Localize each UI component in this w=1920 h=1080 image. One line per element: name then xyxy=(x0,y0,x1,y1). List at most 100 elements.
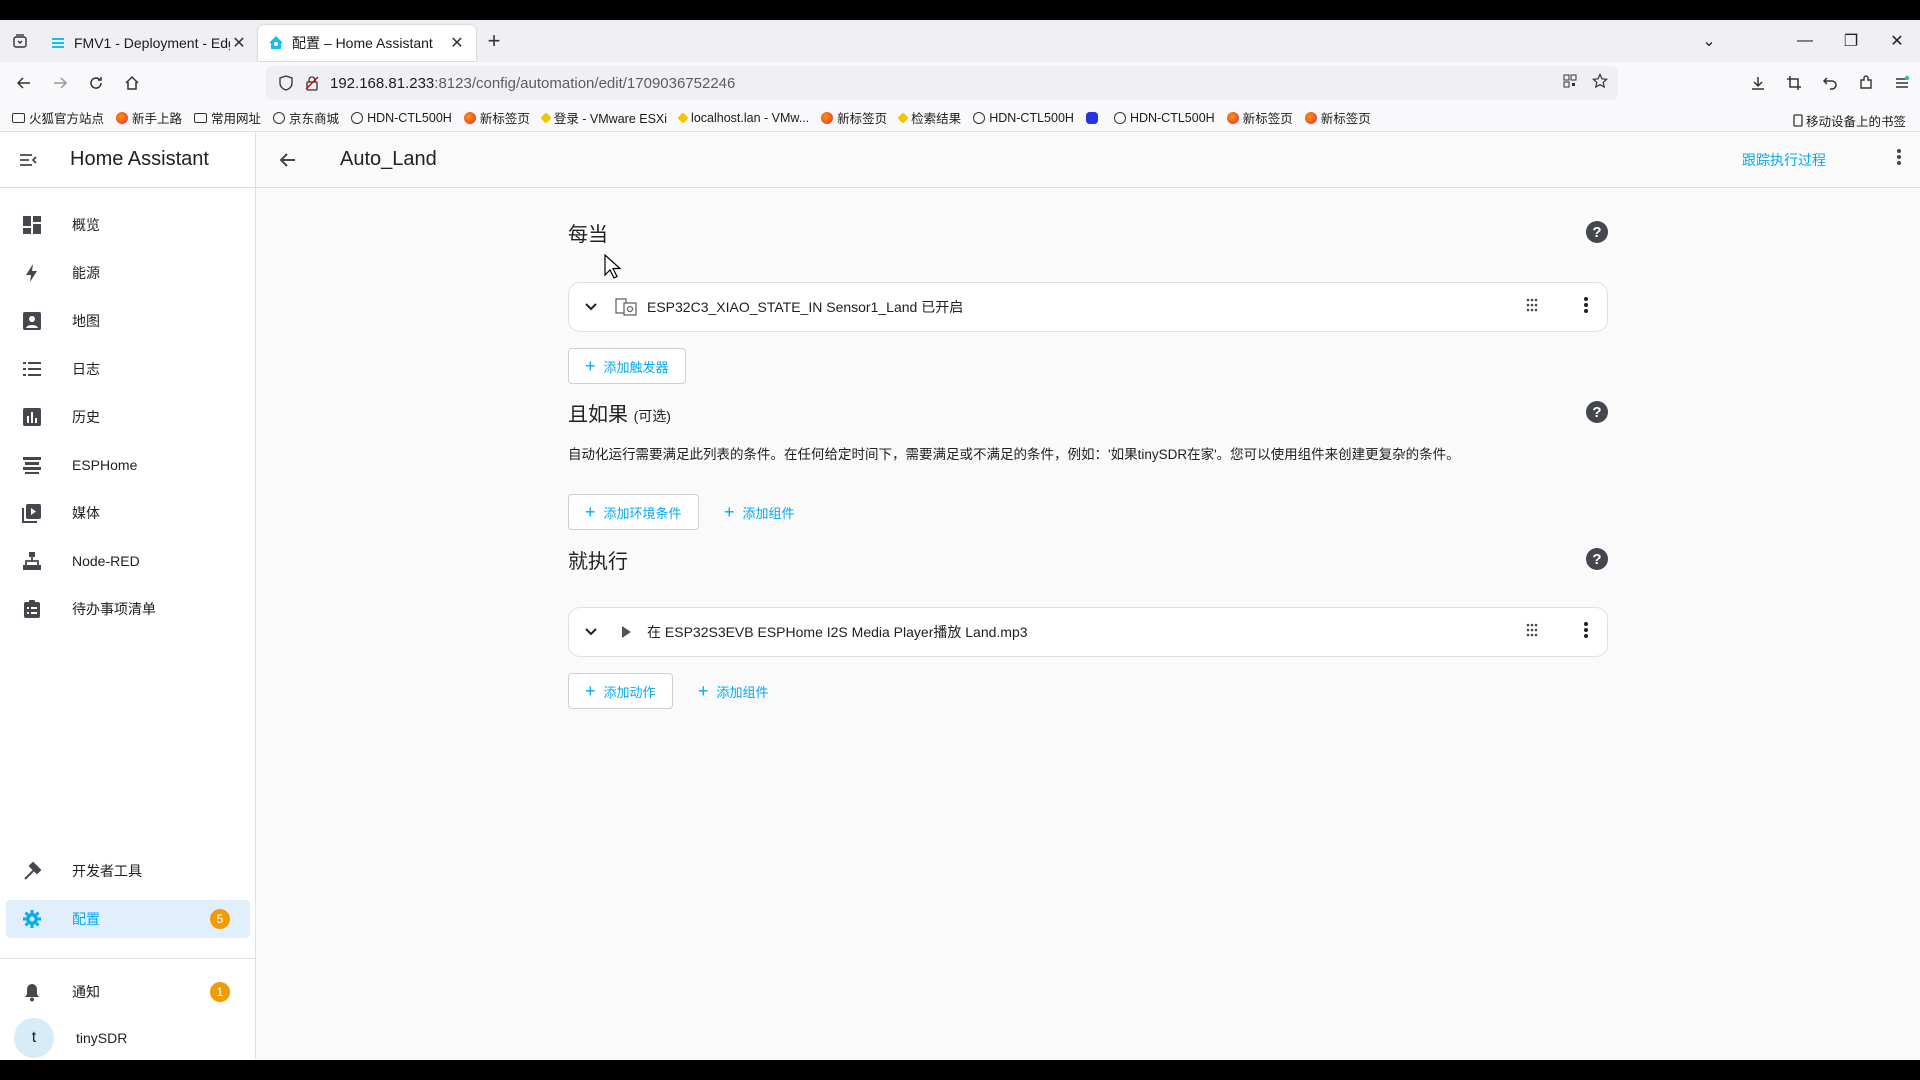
add-condition-button[interactable]: + 添加环境条件 xyxy=(568,494,699,530)
bookmark-label: 火狐官方站点 xyxy=(29,112,105,126)
downloads-icon[interactable] xyxy=(1740,75,1776,91)
back-button[interactable] xyxy=(260,151,316,169)
bookmark-item[interactable]: 京东商城 xyxy=(273,108,339,127)
home-assistant-favicon-icon xyxy=(268,35,284,51)
restore-icon[interactable]: ❐ xyxy=(1828,31,1874,51)
sidebar-item-user[interactable]: t tinySDR xyxy=(6,1016,250,1060)
chevron-down-icon[interactable] xyxy=(571,302,611,312)
app-menu-icon[interactable] xyxy=(1884,75,1920,91)
add-action-button[interactable]: + 添加动作 xyxy=(568,673,673,709)
minimize-icon[interactable]: — xyxy=(1782,32,1828,50)
dots-vertical-icon[interactable] xyxy=(1583,621,1589,644)
help-icon[interactable]: ? xyxy=(1586,221,1608,243)
trigger-card[interactable]: ESP32C3_XIAO_STATE_IN Sensor1_Land 已开启 xyxy=(568,282,1608,332)
portainer-favicon-icon xyxy=(50,35,66,51)
action-card[interactable]: 在 ESP32S3EVB ESPHome I2S Media Player播放 … xyxy=(568,607,1608,657)
sidebar-item-logbook[interactable]: 日志 xyxy=(6,350,250,388)
hammer-icon xyxy=(10,861,54,881)
help-icon[interactable]: ? xyxy=(1586,548,1608,570)
back-button[interactable] xyxy=(6,67,42,99)
search-result-icon xyxy=(897,111,909,124)
folder-icon xyxy=(194,112,208,123)
bookmark-label: localhost.lan - VMw... xyxy=(691,110,810,125)
sidebar-item-media[interactable]: 媒体 xyxy=(6,494,250,532)
bookmark-item[interactable]: 常用网址 xyxy=(194,108,261,127)
bookmark-item[interactable]: HDN-CTL500H xyxy=(1113,111,1215,125)
add-trigger-button[interactable]: + 添加触发器 xyxy=(568,348,686,384)
window-close-icon[interactable]: ✕ xyxy=(1874,31,1920,51)
bookmark-item[interactable]: 检索结果 xyxy=(897,108,961,127)
bookmark-item[interactable]: localhost.lan - VMw... xyxy=(677,110,810,125)
url-bar[interactable]: 192.168.81.233:8123/config/automation/ed… xyxy=(266,66,1618,100)
sidebar-item-esphome[interactable]: ESPHome xyxy=(6,446,250,484)
sidebar-header: Home Assistant xyxy=(0,132,255,188)
sidebar-item-config[interactable]: 配置 5 xyxy=(6,900,250,938)
bookmark-item[interactable]: 新标签页 xyxy=(1226,108,1293,127)
trace-button[interactable]: 跟踪执行过程 xyxy=(1742,150,1826,170)
add-building-block-button[interactable]: + 添加组件 xyxy=(688,673,779,709)
lock-warning-icon xyxy=(305,76,319,91)
add-building-block-button[interactable]: + 添加组件 xyxy=(714,494,805,530)
sidebar-item-map[interactable]: 地图 xyxy=(6,302,250,340)
mobile-bookmarks-label: 移动设备上的书签 xyxy=(1805,115,1906,129)
sidebar-item-label: 地图 xyxy=(72,313,100,329)
conditions-heading-text: 且如果 xyxy=(568,404,628,426)
app-name: Home Assistant xyxy=(70,148,209,170)
close-tab-icon[interactable]: ✕ xyxy=(448,33,466,53)
overflow-menu-button[interactable] xyxy=(1896,148,1902,171)
drag-handle-icon[interactable] xyxy=(1525,297,1539,318)
undo-icon[interactable] xyxy=(1812,75,1848,91)
bookmark-item[interactable]: 登录 - VMware ESXi xyxy=(540,108,667,127)
bookmark-item[interactable] xyxy=(1085,111,1102,124)
tab-home-assistant[interactable]: 配置 – Home Assistant ✕ xyxy=(258,25,476,61)
toolbar-right xyxy=(1740,62,1920,104)
sidebar-item-label: Node-RED xyxy=(72,553,140,569)
sidebar-item-label: 待办事项清单 xyxy=(72,601,156,617)
sidebar-item-node-red[interactable]: Node-RED xyxy=(6,542,250,580)
sidebar-item-notifications[interactable]: 通知 1 xyxy=(6,973,250,1011)
vmware-icon xyxy=(540,111,552,124)
bookmark-item[interactable]: 火狐官方站点 xyxy=(12,108,104,127)
plus-icon: + xyxy=(585,501,596,522)
bookmark-item[interactable]: 新标签页 xyxy=(821,108,887,127)
sidebar-item-history[interactable]: 历史 xyxy=(6,398,250,436)
add-action-label: 添加动作 xyxy=(603,684,656,700)
dots-vertical-icon[interactable] xyxy=(1583,296,1589,319)
mobile-bookmarks[interactable]: 移动设备上的书签 xyxy=(1793,111,1906,130)
qr-code-icon[interactable] xyxy=(1562,73,1578,89)
shield-icon xyxy=(279,75,293,91)
bookmark-item[interactable]: HDN-CTL500H xyxy=(973,111,1074,125)
tab-fmv1[interactable]: FMV1 - Deployment - Edge I ✕ xyxy=(40,25,258,61)
close-tab-icon[interactable]: ✕ xyxy=(230,33,248,53)
sidebar-item-overview[interactable]: 概览 xyxy=(6,206,250,244)
screen: FMV1 - Deployment - Edge I ✕ 配置 – Home A… xyxy=(0,0,1920,1080)
screenshot-crop-icon[interactable] xyxy=(1776,75,1812,91)
sidebar-item-energy[interactable]: 能源 xyxy=(6,254,250,292)
chevron-down-icon[interactable] xyxy=(571,627,611,637)
bookmark-item[interactable]: 新手上路 xyxy=(116,108,182,127)
forward-button[interactable] xyxy=(42,67,78,99)
drag-handle-icon[interactable] xyxy=(1525,622,1539,643)
bookmark-label: 新标签页 xyxy=(479,112,530,126)
star-bookmark-icon[interactable] xyxy=(1592,73,1608,89)
sitemap-icon xyxy=(10,551,54,571)
add-block-label: 添加组件 xyxy=(716,684,769,700)
bookmark-item[interactable]: 新标签页 xyxy=(1304,108,1371,127)
menu-toggle-button[interactable] xyxy=(0,150,56,170)
new-tab-button[interactable]: + xyxy=(476,28,512,54)
tab-list-button[interactable] xyxy=(0,20,40,62)
tab-title: FMV1 - Deployment - Edge I xyxy=(74,35,230,51)
bookmark-item[interactable]: HDN-CTL500H xyxy=(351,111,452,125)
tab-overflow-icon[interactable]: ⌄ xyxy=(1686,31,1732,51)
bookmark-item[interactable]: 新标签页 xyxy=(463,108,530,127)
sidebar-item-todo[interactable]: 待办事项清单 xyxy=(6,590,250,628)
extensions-icon[interactable] xyxy=(1848,75,1884,91)
media-icon xyxy=(10,503,54,523)
add-trigger-label: 添加触发器 xyxy=(603,359,669,375)
help-icon[interactable]: ? xyxy=(1586,401,1608,423)
reload-button[interactable] xyxy=(78,67,114,99)
sidebar-item-developer-tools[interactable]: 开发者工具 xyxy=(6,852,250,890)
top-app-bar: Auto_Land 跟踪执行过程 xyxy=(256,132,1920,188)
home-button[interactable] xyxy=(114,67,150,99)
globe-icon xyxy=(1113,111,1126,124)
